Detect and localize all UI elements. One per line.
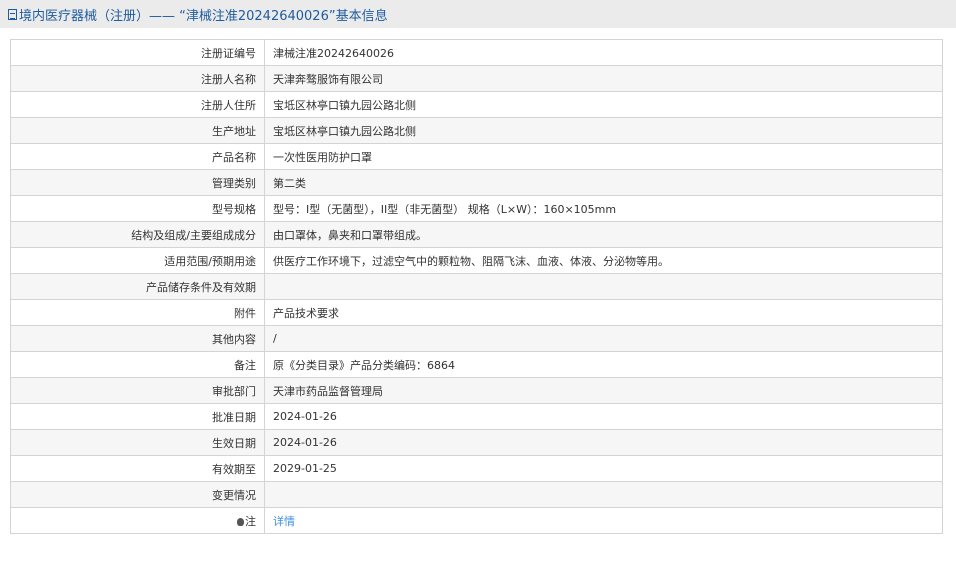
table-row: 变更情况 (10, 481, 943, 508)
field-value: 一次性医用防护口罩 (264, 143, 943, 170)
field-label: 注册证编号 (10, 39, 265, 66)
table-row: 生效日期 2024-01-26 (10, 429, 943, 456)
table-row: 附件 产品技术要求 (10, 299, 943, 326)
table-row: 管理类别 第二类 (10, 169, 943, 196)
field-label: 注册人名称 (10, 65, 265, 92)
table-row: 产品名称 一次性医用防护口罩 (10, 143, 943, 170)
field-value (264, 481, 943, 508)
field-label: 产品储存条件及有效期 (10, 273, 265, 300)
field-label: 批准日期 (10, 403, 265, 430)
note-label: 注 (245, 514, 256, 528)
field-label: 管理类别 (10, 169, 265, 196)
field-label: 其他内容 (10, 325, 265, 352)
table-row: 产品储存条件及有效期 (10, 273, 943, 300)
field-value: 宝坻区林亭口镇九园公路北侧 (264, 117, 943, 144)
table-row: 适用范围/预期用途 供医疗工作环境下，过滤空气中的颗粒物、阻隔飞沫、血液、体液、分… (10, 247, 943, 274)
field-value: 津械注准20242640026 (264, 39, 943, 66)
field-value: 天津市药品监督管理局 (264, 377, 943, 404)
field-label: 审批部门 (10, 377, 265, 404)
field-value: 宝坻区林亭口镇九园公路北侧 (264, 91, 943, 118)
field-label: 适用范围/预期用途 (10, 247, 265, 274)
table-row: 型号规格 型号：I型（无菌型），II型（非无菌型） 规格（L×W）：160×105… (10, 195, 943, 222)
field-value: 供医疗工作环境下，过滤空气中的颗粒物、阻隔飞沫、血液、体液、分泌物等用。 (264, 247, 943, 274)
page-header: 境内医疗器械（注册）—— “津械注准20242640026”基本信息 (0, 0, 956, 28)
field-label: 备注 (10, 351, 265, 378)
table-row: 注册人住所 宝坻区林亭口镇九园公路北侧 (10, 91, 943, 118)
field-value: 2024-01-26 (264, 429, 943, 456)
field-label: 变更情况 (10, 481, 265, 508)
field-value: 2029-01-25 (264, 455, 943, 482)
field-value (264, 273, 943, 300)
field-value: 产品技术要求 (264, 299, 943, 326)
field-value: 原《分类目录》产品分类编码：6864 (264, 351, 943, 378)
field-label: 生效日期 (10, 429, 265, 456)
table-row: 批准日期 2024-01-26 (10, 403, 943, 430)
field-value: 天津奔骜服饰有限公司 (264, 65, 943, 92)
note-row: 注 详情 (10, 507, 943, 534)
lightbulb-icon (237, 517, 244, 526)
table-row: 其他内容 / (10, 325, 943, 352)
field-label: 型号规格 (10, 195, 265, 222)
table-row: 备注 原《分类目录》产品分类编码：6864 (10, 351, 943, 378)
field-label: 产品名称 (10, 143, 265, 170)
table-row: 结构及组成/主要组成成分 由口罩体，鼻夹和口罩带组成。 (10, 221, 943, 248)
table-row: 审批部门 天津市药品监督管理局 (10, 377, 943, 404)
field-label: 结构及组成/主要组成成分 (10, 221, 265, 248)
document-icon (8, 8, 17, 20)
page-title: 境内医疗器械（注册）—— “津械注准20242640026”基本信息 (19, 8, 388, 24)
field-label: 有效期至 (10, 455, 265, 482)
info-table: 注册证编号 津械注准20242640026 注册人名称 天津奔骜服饰有限公司 注册人住所… (10, 39, 943, 534)
table-row: 注册证编号 津械注准20242640026 (10, 39, 943, 66)
field-value: 第二类 (264, 169, 943, 196)
field-value: 型号：I型（无菌型），II型（非无菌型） 规格（L×W）：160×105mm (264, 195, 943, 222)
field-value: / (264, 325, 943, 352)
field-label: 附件 (10, 299, 265, 326)
table-row: 生产地址 宝坻区林亭口镇九园公路北侧 (10, 117, 943, 144)
table-row: 注册人名称 天津奔骜服饰有限公司 (10, 65, 943, 92)
field-label: 生产地址 (10, 117, 265, 144)
table-row: 有效期至 2029-01-25 (10, 455, 943, 482)
field-value: 由口罩体，鼻夹和口罩带组成。 (264, 221, 943, 248)
field-label: 注册人住所 (10, 91, 265, 118)
field-value: 2024-01-26 (264, 403, 943, 430)
details-link[interactable]: 详情 (273, 515, 295, 528)
